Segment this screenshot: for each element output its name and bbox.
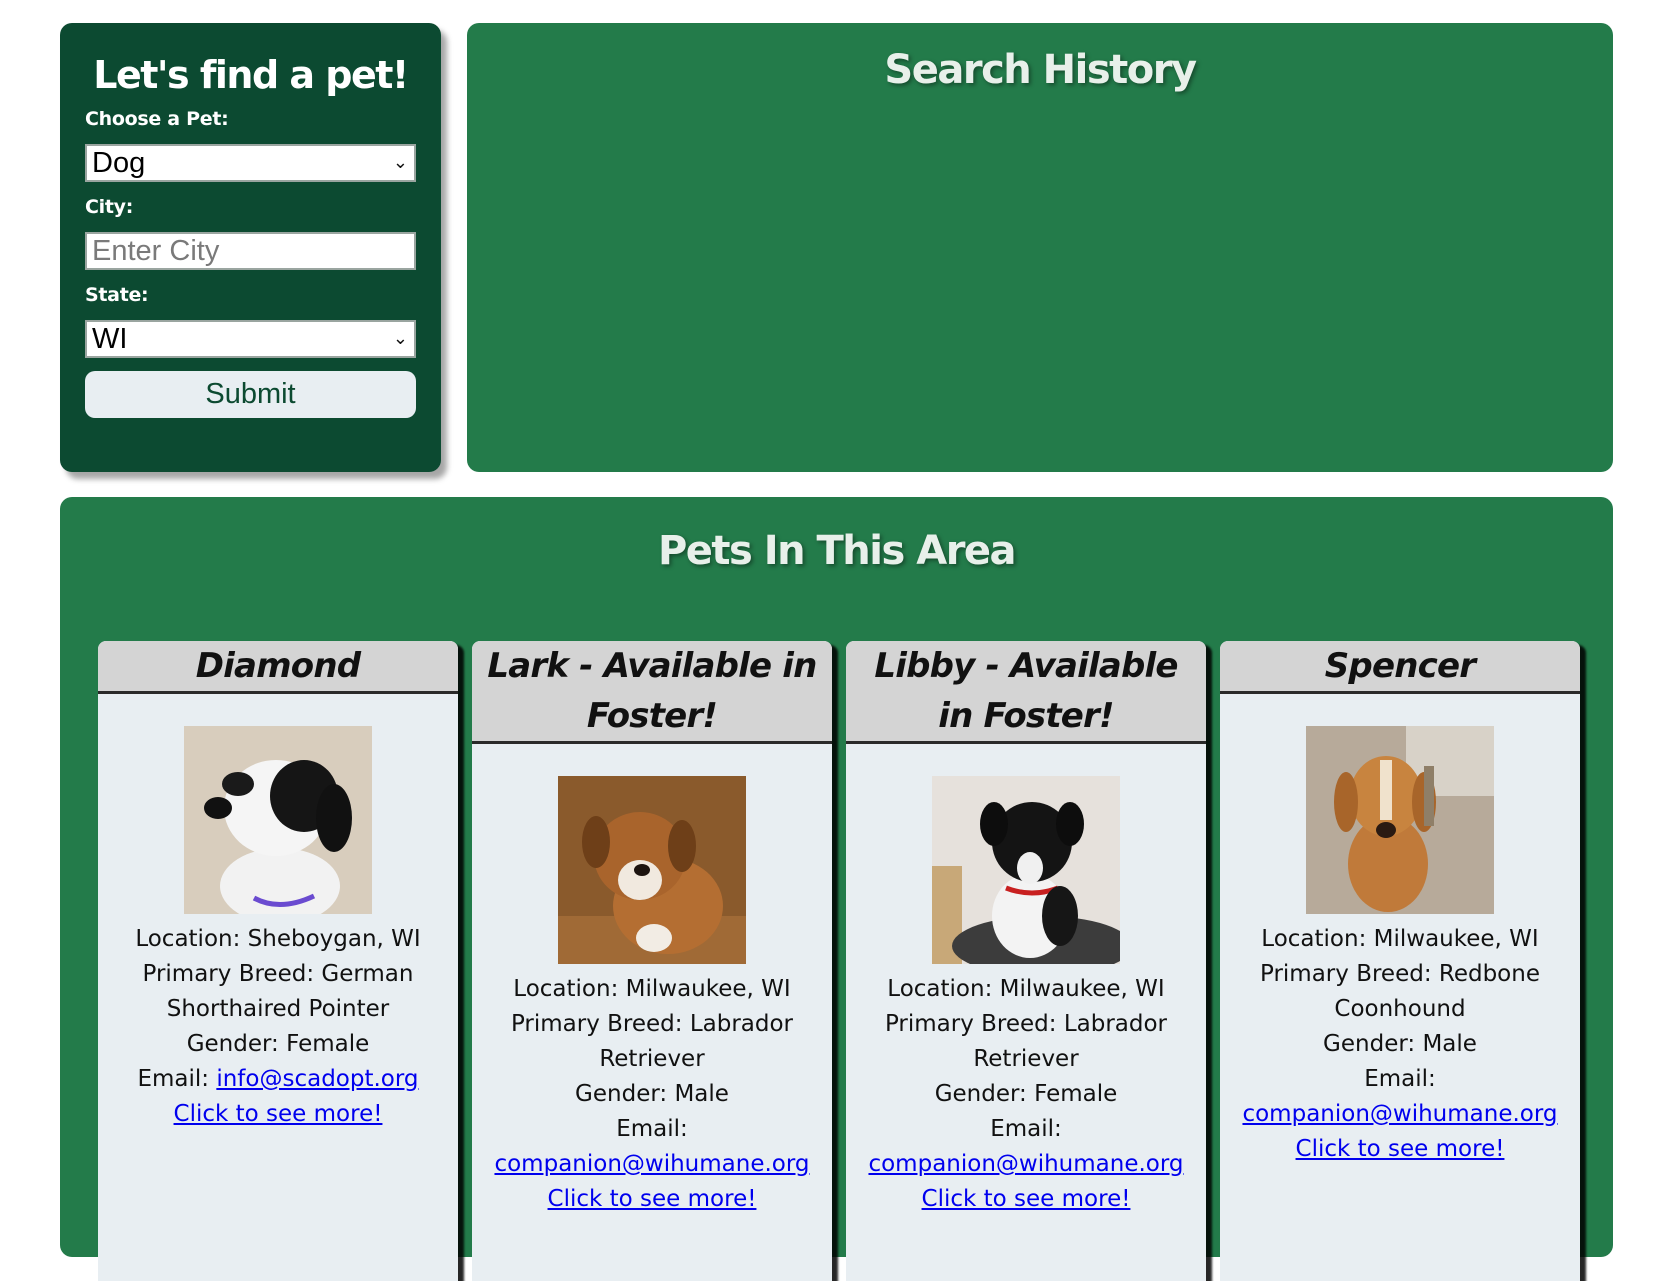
pet-info: Location: Milwaukee, WI Primary Breed: L… [472,972,832,1217]
pet-email-label: Email: [1364,1066,1436,1092]
search-form-title: Let's find a pet! [93,53,409,97]
pet-email-link[interactable]: companion@wihumane.org [868,1151,1183,1177]
pet-type-select[interactable]: Dog ⌄ [85,144,416,183]
city-label: City: [85,196,134,219]
state-select[interactable]: WI ⌄ [85,320,416,359]
pet-card: Libby - Available in Foster! Location: M… [846,641,1206,1281]
pet-email-label: Email: [616,1116,688,1142]
see-more-link[interactable]: Click to see more! [174,1101,383,1127]
pets-title: Pets In This Area [657,528,1017,574]
pet-info: Location: Milwaukee, WI Primary Breed: L… [846,972,1206,1217]
pet-location: Location: Sheboygan, WI [135,926,421,952]
pet-gender: Gender: Female [186,1031,370,1057]
pet-info: Location: Sheboygan, WI Primary Breed: G… [98,922,458,1132]
pet-type-label: Choose a Pet: [85,108,229,131]
pet-info: Location: Milwaukee, WI Primary Breed: R… [1220,922,1580,1167]
see-more-link[interactable]: Click to see more! [548,1186,757,1212]
pet-gender: Gender: Male [575,1081,729,1107]
see-more-link[interactable]: Click to see more! [1296,1136,1505,1162]
pet-breed: Primary Breed: Redbone Coonhound [1260,961,1540,1022]
city-input-placeholder: Enter City [92,235,220,268]
pet-gender: Gender: Female [934,1081,1118,1107]
pet-email-link[interactable]: info@scadopt.org [216,1066,418,1092]
pet-photo [932,776,1120,964]
see-more-link[interactable]: Click to see more! [922,1186,1131,1212]
pet-photo [1306,726,1494,914]
pet-gender: Gender: Male [1323,1031,1477,1057]
pet-email-link[interactable]: companion@wihumane.org [1242,1101,1557,1127]
state-value: WI [92,323,128,356]
pet-email-row: Email: info@scadopt.org [106,1062,450,1097]
pet-photo [558,776,746,964]
pet-type-value: Dog [92,147,146,180]
pet-name: Lark - Available in Foster! [472,641,832,744]
pet-email-link[interactable]: companion@wihumane.org [494,1151,809,1177]
pet-location: Location: Milwaukee, WI [513,976,791,1002]
pet-breed: Primary Breed: Labrador Retriever [510,1011,794,1072]
pets-panel: Pets In This Area Diamond Location: Sheb… [60,497,1613,1281]
search-history-title: Search History [884,47,1197,93]
state-label: State: [85,284,149,307]
pet-email-label: Email: [137,1066,210,1092]
pet-breed: Primary Breed: Labrador Retriever [884,1011,1168,1072]
pet-card: Diamond Location: Sheboygan, WI Primary … [98,641,458,1281]
city-input[interactable]: Enter City [85,232,416,271]
chevron-down-icon: ⌄ [392,152,408,174]
pet-name: Libby - Available in Foster! [846,641,1206,744]
pet-email-label: Email: [990,1116,1062,1142]
chevron-down-icon: ⌄ [392,328,408,350]
pet-name: Spencer [1220,641,1580,694]
search-form: Let's find a pet! Choose a Pet: Dog ⌄ Ci… [60,23,441,472]
pet-photo [184,726,372,914]
search-history-panel: Search History [467,23,1613,472]
pet-name: Diamond [98,641,458,694]
pet-location: Location: Milwaukee, WI [1261,926,1539,952]
submit-button[interactable]: Submit [85,371,416,419]
pet-location: Location: Milwaukee, WI [887,976,1165,1002]
pet-card: Lark - Available in Foster! Location: Mi… [472,641,832,1281]
pet-breed: Primary Breed: German Shorthaired Pointe… [142,961,414,1022]
pet-card: Spencer Location: Milwaukee, WI Primary … [1220,641,1580,1281]
